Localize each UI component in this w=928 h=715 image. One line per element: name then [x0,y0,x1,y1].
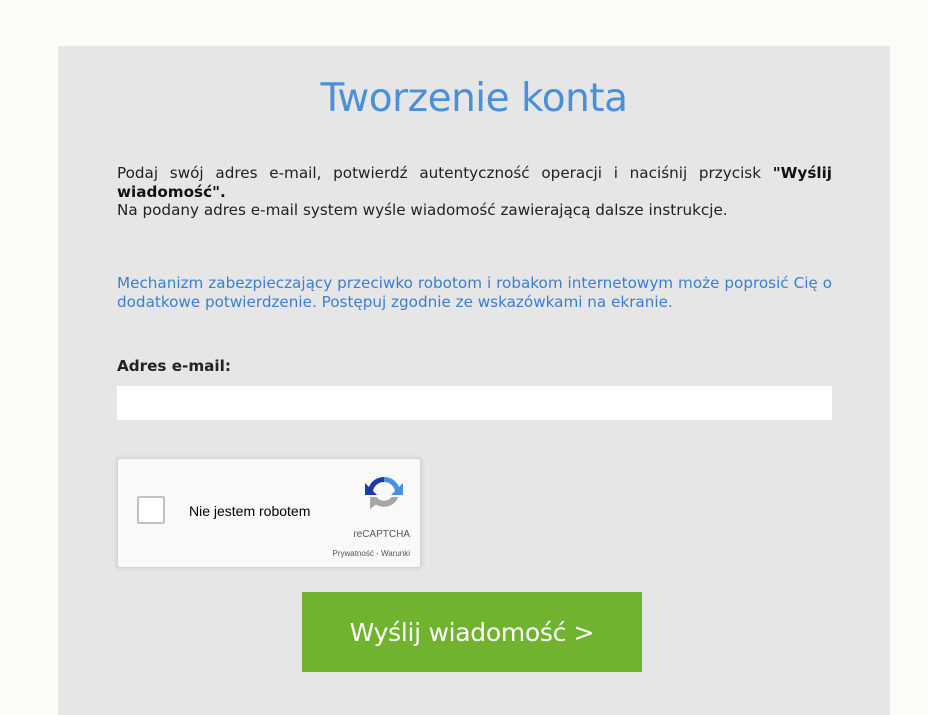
terms-link[interactable]: Warunki [381,549,410,558]
account-creation-panel: Tworzenie konta Podaj swój adres e-mail,… [58,46,890,715]
intro-text-after: Na podany adres e-mail system wyśle wiad… [117,201,728,219]
recaptcha-logo-icon [365,476,403,509]
links-separator: - [373,549,381,558]
email-input[interactable] [117,386,832,420]
recaptcha-widget: Nie jestem robotem reCAPTCHA Prywatność … [117,458,421,568]
intro-text: Podaj swój adres e-mail, potwierdź auten… [117,164,832,220]
recaptcha-links: Prywatność - Warunki [332,549,410,558]
recaptcha-checkbox[interactable] [137,496,165,524]
send-message-button[interactable]: Wyślij wiadomość > [302,592,642,672]
recaptcha-label: Nie jestem robotem [189,503,311,519]
captcha-notice: Mechanizm zabezpieczający przeciwko robo… [117,274,832,311]
intro-text-before: Podaj swój adres e-mail, potwierdź auten… [117,164,773,182]
page-title: Tworzenie konta [320,76,628,121]
email-label: Adres e-mail: [117,357,231,375]
recaptcha-brand: reCAPTCHA [353,529,410,540]
privacy-link[interactable]: Prywatność [332,549,373,558]
